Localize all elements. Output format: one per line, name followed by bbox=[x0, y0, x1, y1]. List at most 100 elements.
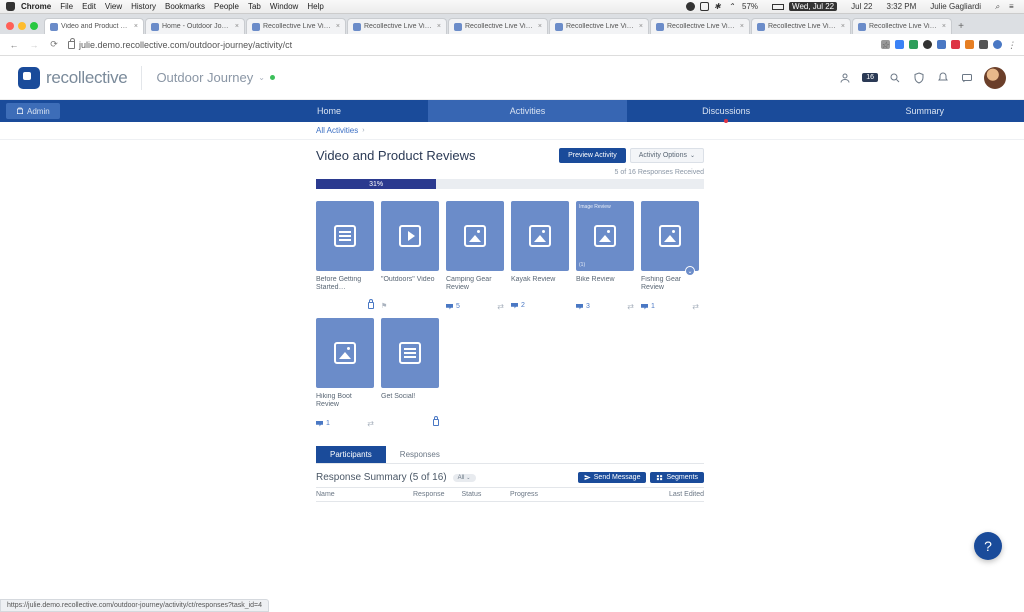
close-icon[interactable]: × bbox=[336, 23, 340, 30]
bell-icon[interactable] bbox=[936, 71, 950, 85]
segments-button[interactable]: Segments bbox=[650, 472, 704, 483]
avatar[interactable] bbox=[984, 67, 1006, 89]
activity-card[interactable]: Hiking Boot Review1⇄ bbox=[316, 318, 374, 428]
forward-button[interactable]: → bbox=[28, 40, 40, 50]
close-icon[interactable]: × bbox=[437, 23, 441, 30]
mac-menu[interactable]: File bbox=[60, 2, 73, 11]
mac-time: 3:32 PM bbox=[887, 2, 917, 11]
ext-icon[interactable]: ☆ bbox=[881, 40, 890, 49]
browser-tab[interactable]: Recollective Live Video Int…× bbox=[246, 18, 346, 34]
people-icon[interactable] bbox=[838, 71, 852, 85]
browser-tab[interactable]: Recollective Live Video Int…× bbox=[549, 18, 649, 34]
browser-tab[interactable]: Recollective Live Video Int…× bbox=[852, 18, 952, 34]
progress-fill: 31% bbox=[316, 179, 436, 189]
mac-menu[interactable]: History bbox=[131, 2, 156, 11]
tab-label: Video and Product Review… bbox=[61, 23, 131, 30]
tab-label: Recollective Live Video Int… bbox=[566, 23, 636, 30]
tab-participants[interactable]: Participants bbox=[316, 446, 386, 463]
close-icon[interactable]: × bbox=[639, 23, 643, 30]
ext-icon[interactable] bbox=[909, 40, 918, 49]
chrome-menu-icon[interactable]: ⋮ bbox=[1007, 40, 1016, 49]
search-icon[interactable]: ⌕ bbox=[995, 2, 1004, 11]
ext-icon[interactable] bbox=[937, 40, 946, 49]
back-button[interactable]: ← bbox=[8, 40, 20, 50]
admin-button[interactable]: Admin bbox=[6, 103, 60, 119]
browser-tab[interactable]: Recollective Live Video Int…× bbox=[751, 18, 851, 34]
activity-card[interactable]: Before Getting Started… bbox=[316, 201, 374, 311]
image-icon bbox=[464, 225, 486, 247]
chevron-down-icon[interactable]: ⌄ bbox=[685, 266, 695, 276]
close-icon[interactable]: × bbox=[235, 23, 239, 30]
activity-card[interactable]: ⌄Fishing Gear Review1⇄ bbox=[641, 201, 699, 311]
activity-card[interactable]: Kayak Review2 bbox=[511, 201, 569, 311]
activity-card[interactable]: Get Social! bbox=[381, 318, 439, 428]
window-max[interactable] bbox=[30, 22, 38, 30]
filter-pill[interactable]: All⌄ bbox=[453, 474, 476, 482]
ext-icon[interactable] bbox=[895, 40, 904, 49]
window-min[interactable] bbox=[18, 22, 26, 30]
help-fab[interactable]: ? bbox=[974, 532, 1002, 560]
activity-options-button[interactable]: Activity Options⌄ bbox=[630, 148, 704, 163]
mac-menu[interactable]: Help bbox=[307, 2, 323, 11]
card-title: Camping Gear Review bbox=[446, 276, 504, 292]
response-count: 3 bbox=[586, 303, 590, 310]
preview-activity-button[interactable]: Preview Activity bbox=[559, 148, 626, 163]
mac-app[interactable]: Chrome bbox=[21, 2, 51, 11]
browser-tab[interactable]: Video and Product Review…× bbox=[44, 18, 144, 34]
mac-day: Wed, Jul 22 bbox=[789, 2, 837, 11]
mac-menu[interactable]: View bbox=[105, 2, 122, 11]
chevron-down-icon: ⌄ bbox=[690, 152, 695, 159]
url-text[interactable]: julie.demo.recollective.com/outdoor-jour… bbox=[79, 40, 292, 50]
activity-card[interactable]: Image Review(1)Bike Review3⇄ bbox=[576, 201, 634, 311]
breadcrumb-link[interactable]: All Activities bbox=[316, 126, 358, 135]
close-icon[interactable]: × bbox=[740, 23, 744, 30]
logo-text: recollective bbox=[46, 68, 127, 88]
mac-menu[interactable]: Window bbox=[270, 2, 298, 11]
search-icon[interactable] bbox=[888, 71, 902, 85]
activity-card[interactable]: "Outdoors" Video⚑ bbox=[381, 201, 439, 311]
ext-icon[interactable] bbox=[993, 40, 1002, 49]
response-icon bbox=[316, 421, 323, 427]
activity-card[interactable]: Camping Gear Review5⇄ bbox=[446, 201, 504, 311]
main-nav: Admin Home Activities Discussions Summar… bbox=[0, 100, 1024, 122]
shield-icon[interactable] bbox=[912, 71, 926, 85]
progress-bar: 31% bbox=[316, 179, 704, 189]
close-icon[interactable]: × bbox=[134, 23, 138, 30]
mac-menu[interactable]: People bbox=[214, 2, 239, 11]
close-icon[interactable]: × bbox=[841, 23, 845, 30]
browser-tab[interactable]: Recollective Live Video Int…× bbox=[347, 18, 447, 34]
apple-icon[interactable] bbox=[6, 2, 15, 11]
favicon bbox=[353, 23, 361, 31]
browser-tab[interactable]: Home - Outdoor Journey× bbox=[145, 18, 245, 34]
window-close[interactable] bbox=[6, 22, 14, 30]
menu-icon[interactable]: ≡ bbox=[1009, 2, 1018, 11]
ext-icon[interactable] bbox=[965, 40, 974, 49]
mac-menu[interactable]: Edit bbox=[82, 2, 96, 11]
nav-discussions[interactable]: Discussions bbox=[627, 100, 826, 122]
ext-icon[interactable] bbox=[951, 40, 960, 49]
mac-menu[interactable]: Bookmarks bbox=[165, 2, 205, 11]
favicon bbox=[858, 23, 866, 31]
favicon bbox=[656, 23, 664, 31]
browser-tab[interactable]: Recollective Live Video Int…× bbox=[650, 18, 750, 34]
reload-button[interactable]: ⟳ bbox=[48, 39, 60, 50]
message-icon[interactable] bbox=[960, 71, 974, 85]
mac-menu[interactable]: Tab bbox=[248, 2, 261, 11]
battery-icon bbox=[772, 4, 784, 10]
close-icon[interactable]: × bbox=[942, 23, 946, 30]
project-selector[interactable]: Outdoor Journey ⌄ bbox=[156, 70, 275, 85]
project-name: Outdoor Journey bbox=[156, 70, 253, 85]
image-icon bbox=[334, 342, 356, 364]
logo[interactable]: recollective bbox=[18, 67, 127, 89]
tab-responses[interactable]: Responses bbox=[386, 446, 454, 463]
nav-home[interactable]: Home bbox=[230, 100, 429, 122]
new-tab-button[interactable]: + bbox=[953, 21, 969, 34]
ext-icon[interactable] bbox=[923, 40, 932, 49]
flag-icon: ⚑ bbox=[381, 302, 387, 310]
nav-summary[interactable]: Summary bbox=[825, 100, 1024, 122]
ext-icon[interactable] bbox=[979, 40, 988, 49]
close-icon[interactable]: × bbox=[538, 23, 542, 30]
browser-tab[interactable]: Recollective Live Video Int…× bbox=[448, 18, 548, 34]
nav-activities[interactable]: Activities bbox=[428, 100, 627, 122]
send-message-button[interactable]: Send Message bbox=[578, 472, 647, 483]
